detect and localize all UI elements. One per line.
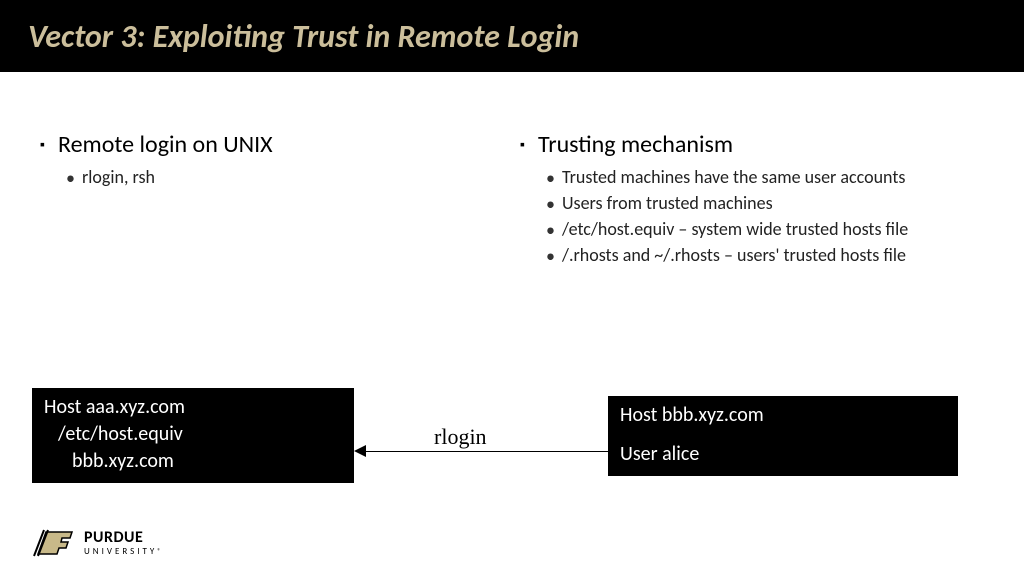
dot-bullet-icon: • — [546, 192, 562, 216]
host-line: User alice — [620, 441, 946, 468]
spacer — [620, 429, 946, 441]
square-bullet-icon: ▪ — [520, 130, 538, 160]
bullet-text: Users from trusted machines — [562, 192, 773, 214]
slide-body: ▪ Remote login on UNIX • rlogin, rsh ▪ T… — [0, 130, 1024, 270]
bullet-text: rlogin, rsh — [82, 166, 155, 188]
purdue-logo: PURDUE UNIVERSITY® — [32, 528, 161, 558]
logo-sub: UNIVERSITY® — [84, 547, 161, 556]
bullet-level2: • rlogin, rsh — [66, 166, 460, 190]
bullet-level2: • /.rhosts and ~/.rhosts – users' truste… — [546, 244, 1004, 268]
logo-main: PURDUE — [84, 530, 161, 546]
arrow: rlogin — [354, 440, 608, 464]
bullet-text: /.rhosts and ~/.rhosts – users' trusted … — [562, 244, 906, 266]
host-line: Host bbb.xyz.com — [620, 402, 946, 429]
dot-bullet-icon: • — [546, 166, 562, 190]
bullet-text: Remote login on UNIX — [58, 130, 273, 159]
host-box-a: Host aaa.xyz.com /etc/host.equiv bbb.xyz… — [32, 388, 354, 483]
logo-text: PURDUE UNIVERSITY® — [84, 530, 161, 556]
dot-bullet-icon: • — [546, 218, 562, 242]
arrow-line-icon — [362, 451, 608, 452]
host-line: /etc/host.equiv — [44, 421, 342, 448]
bullet-level1: ▪ Trusting mechanism — [520, 130, 1004, 160]
dot-bullet-icon: • — [66, 166, 82, 190]
host-line: bbb.xyz.com — [44, 448, 342, 475]
bullet-level2: • /etc/host.equiv – system wide trusted … — [546, 218, 1004, 242]
bullet-level2: • Users from trusted machines — [546, 192, 1004, 216]
slide-title: Vector 3: Exploiting Trust in Remote Log… — [28, 17, 579, 56]
arrow-head-icon — [354, 445, 366, 457]
bullet-text: Trusting mechanism — [538, 130, 733, 159]
bullet-level2: • Trusted machines have the same user ac… — [546, 166, 1004, 190]
host-box-b: Host bbb.xyz.com User alice — [608, 396, 958, 476]
left-column: ▪ Remote login on UNIX • rlogin, rsh — [0, 130, 480, 270]
dot-bullet-icon: • — [546, 244, 562, 268]
purdue-logo-icon — [32, 528, 76, 558]
bullet-text: Trusted machines have the same user acco… — [562, 166, 905, 188]
slide: Vector 3: Exploiting Trust in Remote Log… — [0, 0, 1024, 576]
host-line: Host aaa.xyz.com — [44, 394, 342, 421]
bullet-text: /etc/host.equiv – system wide trusted ho… — [562, 218, 908, 240]
arrow-label: rlogin — [434, 424, 487, 450]
bullet-level1: ▪ Remote login on UNIX — [40, 130, 460, 160]
right-column: ▪ Trusting mechanism • Trusted machines … — [480, 130, 1024, 270]
title-bar: Vector 3: Exploiting Trust in Remote Log… — [0, 0, 1024, 72]
square-bullet-icon: ▪ — [40, 130, 58, 160]
